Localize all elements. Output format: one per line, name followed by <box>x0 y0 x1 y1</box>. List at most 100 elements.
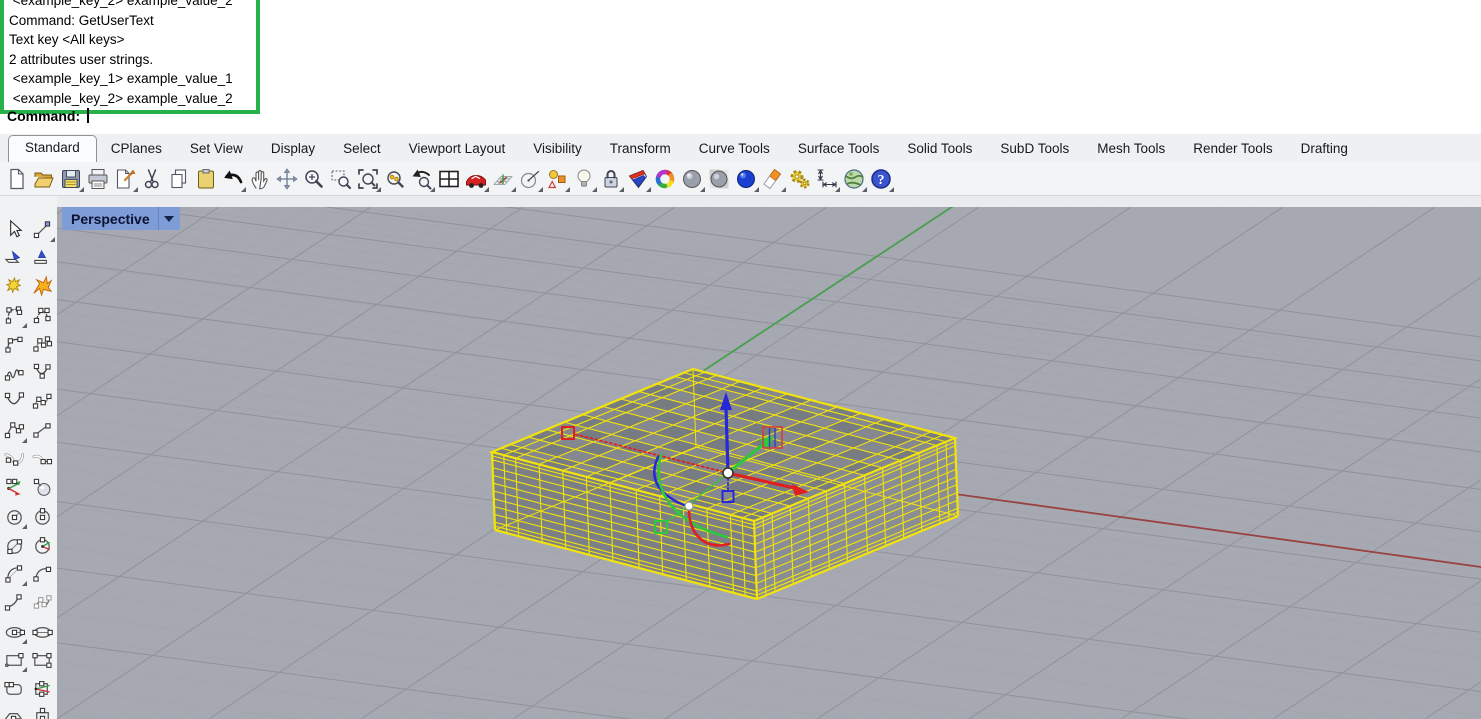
sidebar-icon-show-objects[interactable] <box>30 246 55 271</box>
ribbon-tab-viewport-layout[interactable]: Viewport Layout <box>395 137 520 162</box>
ribbon-tab-display[interactable]: Display <box>257 137 329 162</box>
copy-icon[interactable] <box>165 165 192 192</box>
sidebar-icon-control-point-curve[interactable] <box>30 332 55 357</box>
earth-globe-icon[interactable] <box>840 165 867 192</box>
sidebar-row <box>0 389 57 418</box>
ribbon-tab-surface-tools[interactable]: Surface Tools <box>784 137 894 162</box>
ribbon-tab-select[interactable]: Select <box>329 137 395 162</box>
sidebar-icon-circle-diameter[interactable] <box>2 533 27 558</box>
cplane-grid-icon[interactable] <box>489 165 516 192</box>
sidebar-icon-handle-curve[interactable] <box>30 590 55 615</box>
sidebar-icon-arc-3pt[interactable] <box>30 561 55 586</box>
sidebar-row <box>0 303 57 332</box>
ribbon-tab-cplanes[interactable]: CPlanes <box>97 137 176 162</box>
sidebar-icon-polygon-square[interactable] <box>30 705 55 719</box>
viewport-layout-icon[interactable] <box>435 165 462 192</box>
sidebar-icon-rounded-rectangle[interactable] <box>2 676 27 701</box>
help-icon[interactable]: ? <box>867 165 894 192</box>
sidebar-icon-circle-center[interactable] <box>2 504 27 529</box>
sidebar-icon-rectangle-3pt[interactable] <box>30 647 55 672</box>
options-gears-icon[interactable] <box>786 165 813 192</box>
sidebar-icon-free-form-curve[interactable] <box>2 303 27 328</box>
sidebar-icon-tangent-line[interactable] <box>30 447 55 472</box>
paste-icon[interactable] <box>192 165 219 192</box>
svg-text:?: ? <box>877 172 884 187</box>
sidebar-icon-arc-tangent[interactable] <box>2 590 27 615</box>
text-cursor <box>87 108 89 123</box>
sidebar-icon-explode[interactable] <box>2 274 27 299</box>
ribbon-tab-transform[interactable]: Transform <box>596 137 685 162</box>
zoom-window-icon[interactable] <box>327 165 354 192</box>
undo-icon[interactable] <box>219 165 246 192</box>
sidebar-icon-parabola[interactable] <box>2 389 27 414</box>
sidebar-icon-sphere[interactable] <box>30 475 55 500</box>
cut-icon[interactable] <box>138 165 165 192</box>
ribbon-tab-subd-tools[interactable]: SubD Tools <box>986 137 1083 162</box>
ribbon-tab-visibility[interactable]: Visibility <box>519 137 596 162</box>
command-prompt[interactable]: Command: <box>7 108 89 124</box>
ribbon-tab-curve-tools[interactable]: Curve Tools <box>685 137 784 162</box>
sidebar-icon-arc-center[interactable] <box>2 561 27 586</box>
zoom-extents-icon[interactable] <box>354 165 381 192</box>
sidebar-icon-rectangle-axes[interactable] <box>30 676 55 701</box>
save-file-icon[interactable] <box>57 165 84 192</box>
render-preview-sphere-icon[interactable] <box>705 165 732 192</box>
undo-view-change-icon[interactable] <box>408 165 435 192</box>
sidebar-row <box>0 619 57 648</box>
export-icon[interactable] <box>111 165 138 192</box>
pan-view-icon[interactable] <box>246 165 273 192</box>
zoom-dynamic-icon[interactable] <box>300 165 327 192</box>
ribbon-tab-solid-tools[interactable]: Solid Tools <box>893 137 986 162</box>
render-sphere-icon[interactable] <box>678 165 705 192</box>
ribbon-tab-drafting[interactable]: Drafting <box>1287 137 1362 162</box>
sidebar-icon-point-curve[interactable] <box>30 389 55 414</box>
sidebar-icon-circle-axes[interactable] <box>30 533 55 558</box>
color-wheel-icon[interactable] <box>651 165 678 192</box>
dimension-tools-icon[interactable] <box>813 165 840 192</box>
sidebar-icon-interpolate-curve[interactable] <box>2 332 27 357</box>
sidebar-icon-smash[interactable] <box>30 274 55 299</box>
sidebar-icon-move-control-point[interactable] <box>30 217 55 242</box>
annotation-shapes-icon[interactable] <box>543 165 570 192</box>
sidebar-icon-line[interactable] <box>30 418 55 443</box>
cone-icon[interactable] <box>759 165 786 192</box>
sidebar-icon-helix[interactable] <box>2 360 27 385</box>
car-icon[interactable] <box>462 165 489 192</box>
ribbon-tab-mesh-tools[interactable]: Mesh Tools <box>1083 137 1179 162</box>
ribbon-tab-render-tools[interactable]: Render Tools <box>1179 137 1286 162</box>
viewport-3d-scene[interactable] <box>57 207 1481 719</box>
print-icon[interactable] <box>84 165 111 192</box>
sidebar-icon-circle-2pt[interactable] <box>30 504 55 529</box>
sidebar-icon-curve-through-points[interactable] <box>30 303 55 328</box>
sidebar-icon-rectangle-corner[interactable] <box>2 647 27 672</box>
chevron-down-icon[interactable] <box>159 207 180 230</box>
rotate-view-icon[interactable] <box>273 165 300 192</box>
flyout-indicator <box>22 323 27 328</box>
sidebar-icon-blend-curve[interactable] <box>2 447 27 472</box>
shaded-viewport-icon[interactable] <box>624 165 651 192</box>
sidebar-row <box>0 246 57 275</box>
render-blue-sphere-icon[interactable] <box>732 165 759 192</box>
viewport-title-tab[interactable]: Perspective <box>62 207 180 230</box>
ribbon-tab-set-view[interactable]: Set View <box>176 137 257 162</box>
open-file-icon[interactable] <box>30 165 57 192</box>
sidebar-row <box>0 447 57 476</box>
lamp-icon[interactable] <box>570 165 597 192</box>
sidebar-icon-point-axes[interactable] <box>2 475 27 500</box>
sidebar-icon-ellipse-diameter[interactable] <box>30 619 55 644</box>
sidebar-icon-hide-objects[interactable] <box>2 246 27 271</box>
main-sidebar-toolbar <box>0 196 57 719</box>
sidebar-icon-select-arrow[interactable] <box>2 217 27 242</box>
ribbon-tab-standard[interactable]: Standard <box>8 135 97 162</box>
sidebar-icon-curve-v[interactable] <box>30 360 55 385</box>
sidebar-icon-ellipse-center[interactable] <box>2 619 27 644</box>
flyout-indicator <box>22 524 27 529</box>
new-file-icon[interactable] <box>3 165 30 192</box>
radius-circle-icon[interactable] <box>516 165 543 192</box>
sidebar-icon-polygon-center[interactable] <box>2 705 27 719</box>
zoom-selected-icon[interactable] <box>381 165 408 192</box>
lock-objects-icon[interactable] <box>597 165 624 192</box>
sidebar-icon-polyline[interactable] <box>2 418 27 443</box>
perspective-viewport[interactable]: Perspective <box>57 207 1481 719</box>
sidebar-row <box>0 217 57 246</box>
